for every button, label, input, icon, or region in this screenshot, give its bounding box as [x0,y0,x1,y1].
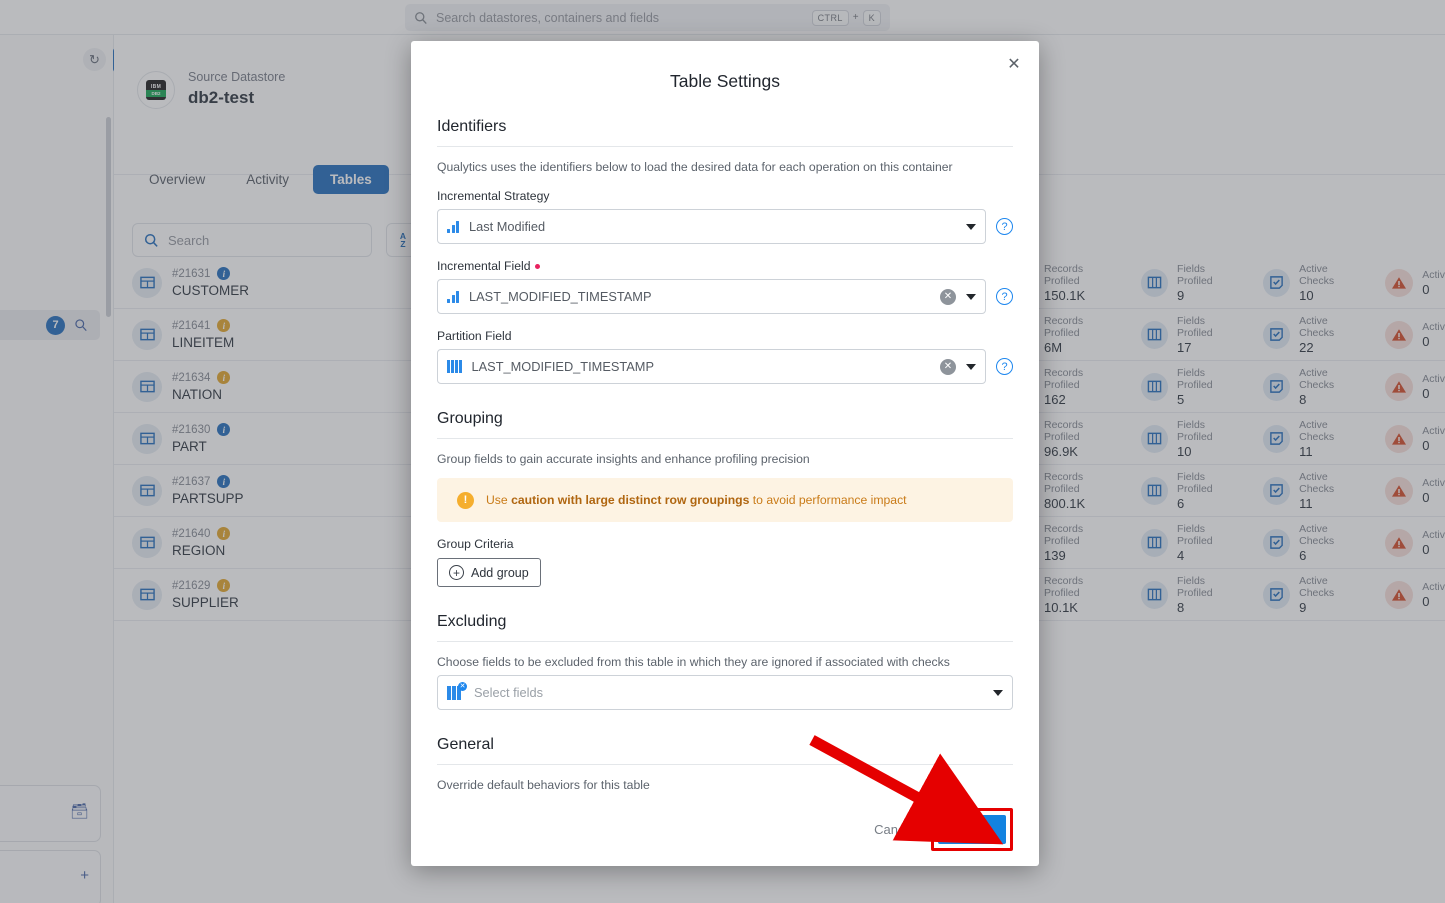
bar-chart-icon [447,290,459,303]
chevron-down-icon[interactable] [966,364,976,370]
incremental-strategy-row: Last Modified ? [437,203,1013,244]
add-group-button[interactable]: + Add group [437,558,541,587]
divider [437,764,1013,765]
chevron-down-icon[interactable] [966,294,976,300]
divider [437,146,1013,147]
incremental-strategy-select[interactable]: Last Modified [437,209,986,244]
save-button-highlight: Save [931,808,1013,851]
incremental-strategy-label-text: Incremental Strategy [437,189,549,203]
partition-field-label: Partition Field [437,329,1013,343]
grouping-warning-text: Use caution with large distinct row grou… [486,493,907,507]
save-button[interactable]: Save [938,815,1006,844]
help-icon[interactable]: ? [996,218,1013,235]
section-heading-grouping: Grouping [437,410,1013,428]
divider [437,641,1013,642]
exclude-fields-select[interactable]: ✕ Select fields [437,675,1013,710]
divider [437,438,1013,439]
incremental-field-value: LAST_MODIFIED_TIMESTAMP [469,289,930,304]
grouping-description: Group fields to gain accurate insights a… [437,452,1013,466]
exclude-columns-icon: ✕ [447,686,464,700]
warning-icon: ! [457,492,474,509]
partition-field-select[interactable]: LAST_MODIFIED_TIMESTAMP ✕ [437,349,986,384]
incremental-field-row: LAST_MODIFIED_TIMESTAMP ✕ ? [437,273,1013,314]
columns-icon [447,360,462,373]
incremental-strategy-label: Incremental Strategy [437,189,1013,203]
general-description: Override default behaviors for this tabl… [437,778,1013,792]
dialog-title: Table Settings [411,71,1039,92]
incremental-field-label: Incremental Field [437,259,1013,273]
cancel-button[interactable]: Cancel [874,822,914,837]
group-criteria-label: Group Criteria [437,537,1013,551]
dialog-body: Identifiers Qualytics uses the identifie… [411,92,1039,792]
identifiers-description: Qualytics uses the identifiers below to … [437,160,1013,174]
warn-prefix: Use [486,493,511,507]
dialog-footer: Cancel Save [411,792,1039,866]
exclude-fields-placeholder: Select fields [474,685,983,700]
chevron-down-icon[interactable] [993,690,1003,696]
section-heading-identifiers: Identifiers [437,118,1013,136]
incremental-field-label-text: Incremental Field [437,259,530,273]
required-indicator [535,264,540,269]
help-icon[interactable]: ? [996,288,1013,305]
bar-chart-icon [447,220,459,233]
warn-bold: caution with large distinct row grouping… [511,493,749,507]
chevron-down-icon[interactable] [966,224,976,230]
table-settings-dialog: ✕ Table Settings Identifiers Qualytics u… [411,41,1039,866]
add-group-label: Add group [471,566,529,580]
group-criteria-label-text: Group Criteria [437,537,514,551]
close-icon[interactable]: ✕ [1003,53,1025,75]
partition-field-label-text: Partition Field [437,329,512,343]
section-heading-general: General [437,736,1013,754]
help-icon[interactable]: ? [996,358,1013,375]
warn-suffix: to avoid performance impact [749,493,906,507]
plus-circle-icon: + [449,565,464,580]
partition-field-value: LAST_MODIFIED_TIMESTAMP [472,359,931,374]
incremental-field-select[interactable]: LAST_MODIFIED_TIMESTAMP ✕ [437,279,986,314]
section-heading-excluding: Excluding [437,613,1013,631]
clear-icon[interactable]: ✕ [940,289,956,305]
excluding-description: Choose fields to be excluded from this t… [437,655,1013,669]
app-root: Search datastores, containers and fields… [0,0,1445,903]
clear-icon[interactable]: ✕ [940,359,956,375]
partition-field-row: LAST_MODIFIED_TIMESTAMP ✕ ? [437,343,1013,384]
grouping-warning-banner: ! Use caution with large distinct row gr… [437,478,1013,522]
incremental-strategy-value: Last Modified [469,219,956,234]
